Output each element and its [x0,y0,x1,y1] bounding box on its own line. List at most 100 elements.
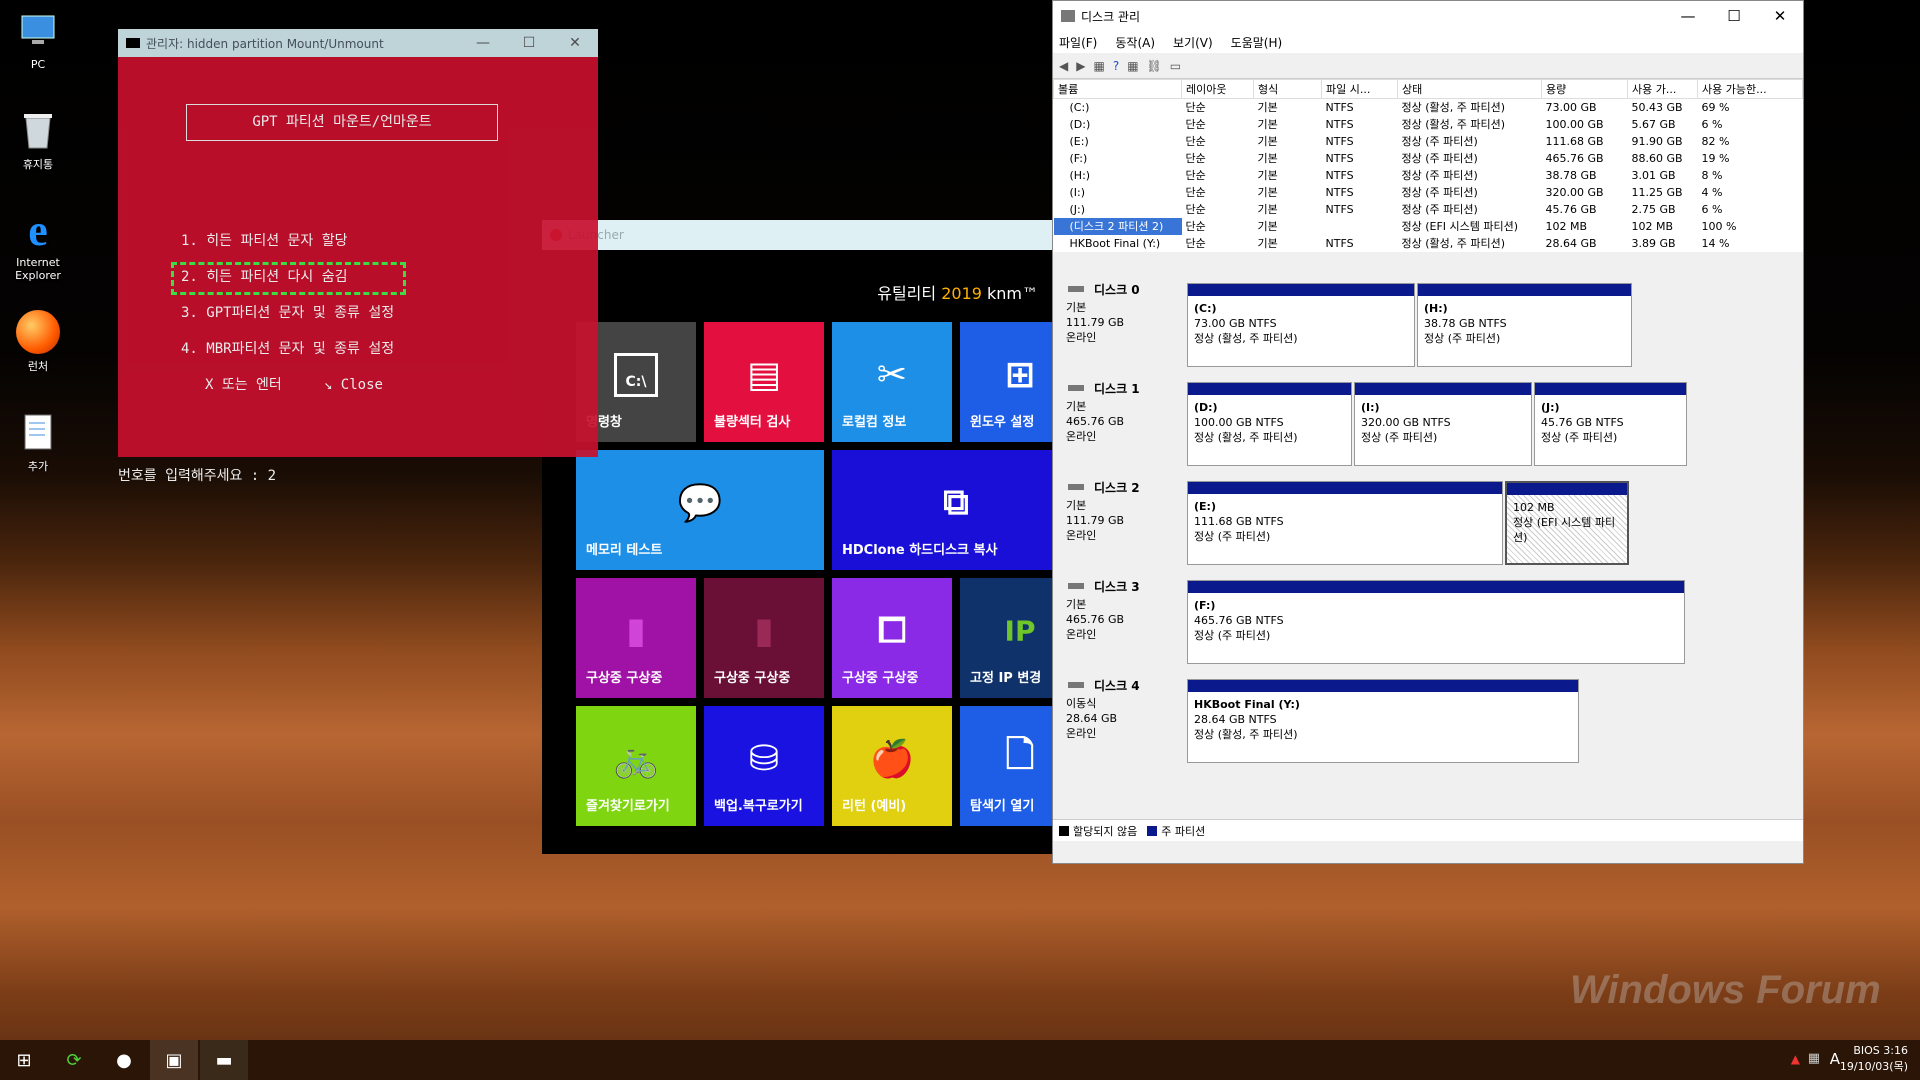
orange-orb-icon [16,310,60,354]
col-type[interactable]: 형식 [1253,79,1322,99]
dm-legend: 할당되지 않음 주 파티션 [1053,819,1803,841]
col-capacity[interactable]: 용량 [1541,79,1628,99]
volume-table-header: 볼륨 레이아웃 형식 파일 시... 상태 용량 사용 가... 사용 가능한.… [1053,79,1803,99]
volume-row[interactable]: (H:) 단순 기본 NTFS 정상 (주 파티션) 38.78 GB 3.01 GB 8 % [1054,167,1803,184]
menu-action[interactable]: 동작(A) [1115,34,1155,51]
volume-cell: 단순 [1185,152,1206,165]
tile-local-info[interactable]: ✂ 로컬컴 정보 [832,322,952,442]
partition-block[interactable]: (J:) 45.76 GB NTFS 정상 (주 파티션) [1534,382,1687,466]
panel-icon[interactable]: ▦ [1127,59,1138,73]
disk-label[interactable]: 디스크 2 기본 111.79 GB 온라인 [1056,475,1186,563]
tile-backup-restore[interactable]: ⛁ 백업.복구로가기 [704,706,824,826]
desktop-icon-recycle-bin[interactable]: 휴지통 [8,108,68,172]
cmd-console[interactable]: GPT 파티션 마운트/언마운트 1. 히든 파티션 문자 할당 2. 히든 파… [118,57,598,484]
tile-explorer[interactable]: 🗋 탐색기 열기 [960,706,1052,826]
tile-windows-settings[interactable]: ⊞ 윈도우 설정 [960,322,1052,442]
col-volume[interactable]: 볼륨 [1053,79,1182,99]
tile-label: 구상중 구상중 [714,671,791,686]
partition-bar [1188,482,1502,494]
disk-mgmt-icon [1061,10,1075,22]
volume-row[interactable]: (I:) 단순 기본 NTFS 정상 (주 파티션) 320.00 GB 11.25 GB 4… [1054,184,1803,201]
partition-bar [1188,680,1578,692]
disk-label[interactable]: 디스크 1 기본 465.76 GB 온라인 [1056,376,1186,464]
partition-block[interactable]: (F:) 465.76 GB NTFS 정상 (주 파티션) [1187,580,1685,664]
tile-memory-test[interactable]: 💬 메모리 테스트 [576,450,824,570]
volume-row[interactable]: (F:) 단순 기본 NTFS 정상 (주 파티션) 465.76 GB 88.60 GB 1… [1054,150,1803,167]
connect-icon[interactable]: ⛓ [1147,59,1162,73]
volume-row[interactable]: (D:) 단순 기본 NTFS 정상 (활성, 주 파티션) 100.00 GB 5.67 … [1054,116,1803,133]
disk-mgmt-taskbar-icon[interactable]: ▣ [150,1040,198,1080]
partition-block[interactable]: (E:) 111.68 GB NTFS 정상 (주 파티션) [1187,481,1503,565]
disk-row: 디스크 4 이동식 28.64 GB 온라인 HKBoot Final (Y:) 28.6… [1053,669,1803,765]
desktop-icon-internet-explorer[interactable]: e Internet Explorer [8,206,68,283]
cmd-heading: GPT 파티션 마운트/언마운트 [186,104,498,141]
tray-language[interactable]: A [1830,1050,1840,1068]
partition-block[interactable]: (C:) 73.00 GB NTFS 정상 (활성, 주 파티션) [1187,283,1415,367]
volume-row[interactable]: (디스크 2 파티션 2) 단순 기본 정상 (EFI 시스템 파티션) 102 MB 1… [1053,217,1803,235]
panel-icon[interactable]: ▦ [1093,59,1104,73]
volume-cell: 100.00 GB [1545,117,1604,131]
cmd-titlebar[interactable]: 관리자: hidden partition Mount/Unmount — ☐ ✕ [118,29,598,57]
disk-label[interactable]: 디스크 3 기본 465.76 GB 온라인 [1056,574,1186,662]
volume-cell: HKBoot Final (Y:) [1069,236,1161,250]
disk-label[interactable]: 디스크 4 이동식 28.64 GB 온라인 [1056,673,1186,761]
disk-label[interactable]: 디스크 0 기본 111.79 GB 온라인 [1056,277,1186,365]
start-windows-icon[interactable]: ⊞ [0,1040,48,1080]
col-free[interactable]: 사용 가... [1627,79,1698,99]
desktop-icon-launcher[interactable]: 런처 [8,310,68,374]
partition-block[interactable]: (H:) 38.78 GB NTFS 정상 (주 파티션) [1417,283,1632,367]
maximize-icon[interactable]: ☐ [506,35,552,51]
partition-s: 465.76 GB NTFS [1194,614,1284,627]
forward-arrow-icon[interactable]: ▶ [1076,59,1085,73]
properties-icon[interactable]: ▭ [1170,59,1181,73]
col-filesystem[interactable]: 파일 시... [1321,79,1398,99]
volume-row[interactable]: (J:) 단순 기본 NTFS 정상 (주 파티션) 45.76 GB 2.75 GB 6 % [1054,201,1803,218]
volume-row[interactable]: (C:) 단순 기본 NTFS 정상 (활성, 주 파티션) 73.00 GB 50.43 … [1054,99,1803,116]
menu-view[interactable]: 보기(V) [1173,34,1213,51]
tile-planned-2[interactable]: ▮ 구상중 구상중 [704,578,824,698]
desktop-icon-pc[interactable]: PC [8,10,68,71]
taskbar-clock[interactable]: BIOS 3:16 19/10/03(목) [1840,1043,1908,1075]
cmd-taskbar-icon[interactable]: ▬ [200,1040,248,1080]
col-free-percent[interactable]: 사용 가능한... [1697,79,1803,99]
partition-block[interactable]: 102 MB 정상 (EFI 시스템 파티션) [1505,481,1629,565]
tray-network-icon[interactable]: ▲ [1791,1052,1800,1066]
tile-planned-1[interactable]: ▮ 구상중 구상중 [576,578,696,698]
tile-hdclone[interactable]: ⧉ HDClone 하드디스크 복사 [832,450,1052,570]
tile-bad-sector-check[interactable]: ▤ 불량섹터 검사 [704,322,824,442]
minimize-icon[interactable]: — [1665,7,1711,25]
tile-label: 로컬컴 정보 [842,415,907,430]
partition-n: (E:) [1194,500,1216,513]
col-status[interactable]: 상태 [1397,79,1542,99]
maximize-icon[interactable]: ☐ [1711,7,1757,25]
partition-block[interactable]: (I:) 320.00 GB NTFS 정상 (주 파티션) [1354,382,1532,466]
volume-cell: 3.89 GB [1631,236,1676,250]
tile-return-spare[interactable]: 🍎 리턴 (예비) [832,706,952,826]
dm-titlebar[interactable]: 디스크 관리 — ☐ ✕ [1053,1,1803,31]
volume-row[interactable]: (E:) 단순 기본 NTFS 정상 (주 파티션) 111.68 GB 91.90 GB 8… [1054,133,1803,150]
tile-static-ip[interactable]: IP 고정 IP 변경 [960,578,1052,698]
minimize-icon[interactable]: — [460,35,506,51]
menu-file[interactable]: 파일(F) [1059,34,1097,51]
back-arrow-icon[interactable]: ◀ [1059,59,1068,73]
partition-block[interactable]: HKBoot Final (Y:) 28.64 GB NTFS 정상 (활성, 주 … [1187,679,1579,763]
tile-planned-3[interactable]: ⧠ 구상중 구상중 [832,578,952,698]
tile-favorites[interactable]: 🚲 즐겨찾기로가기 [576,706,696,826]
close-icon[interactable]: ✕ [552,35,598,51]
volume-cell: 4 % [1701,185,1723,199]
recycle-bin-icon [16,108,60,152]
partition-block[interactable]: (D:) 100.00 GB NTFS 정상 (활성, 주 파티션) [1187,382,1352,466]
volume-row[interactable]: HKBoot Final (Y:) 단순 기본 NTFS 정상 (활성, 주 파티션) 2… [1054,235,1803,252]
refresh-icon[interactable]: ⟳ [50,1040,98,1080]
col-layout[interactable]: 레이아웃 [1181,79,1254,99]
volume-cell: 100 % [1701,219,1737,233]
desktop-icon-add[interactable]: 추가 [8,410,68,474]
close-icon[interactable]: ✕ [1757,7,1803,25]
black-orb-icon[interactable]: ● [100,1040,148,1080]
cmd-window: 관리자: hidden partition Mount/Unmount — ☐ ✕ … [118,29,598,484]
tray-display-icon[interactable]: ▦ [1808,1051,1820,1066]
launcher-titlebar[interactable]: Launcher [542,220,1052,250]
menu-help[interactable]: 도움말(H) [1231,34,1283,51]
help-icon[interactable]: ? [1113,59,1119,73]
tile-label: 즐겨찾기로가기 [586,799,670,814]
